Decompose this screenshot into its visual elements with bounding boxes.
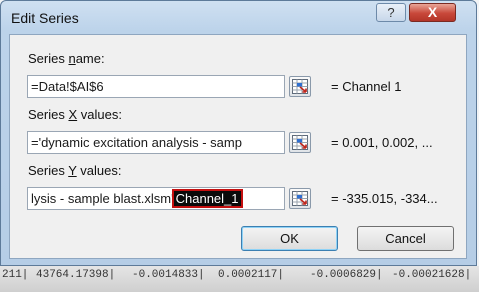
help-icon: ? [387,5,395,20]
close-button[interactable]: X [409,3,456,22]
title-bar: Edit Series ? X [1,1,476,33]
series-name-label: Series name: [28,51,105,66]
series-name-collapse-button[interactable] [289,76,311,97]
series-x-collapse-button[interactable] [289,132,311,153]
series-y-preview: = -335.015, -334... [331,191,438,206]
range-collapse-icon [292,191,308,206]
series-y-selected-text: Channel_1 [171,189,243,208]
row-cell: 211| [2,269,29,281]
ok-button[interactable]: OK [241,226,338,251]
series-y-label: Series Y values: [28,163,122,178]
series-y-collapse-button[interactable] [289,188,311,209]
row-cell: -0.0006829| [310,269,383,281]
help-button[interactable]: ? [376,3,406,22]
worksheet-row-behind: 211| 43764.17398| -0.0014833| 0.0002117|… [0,266,479,292]
row-cell: 43764.17398| [36,269,116,281]
edit-series-dialog: Edit Series ? X Series name: =Data!$AI$6… [0,0,477,266]
row-cell: -0.00021628| [392,269,472,281]
series-name-preview: = Channel 1 [331,79,402,94]
series-y-input[interactable]: lysis - sample blast.xlsm' Channel_1 [27,187,285,210]
series-x-label: Series X values: [28,107,122,122]
range-collapse-icon [292,79,308,94]
row-cell: 0.0002117| [218,269,285,281]
series-y-value: lysis - sample blast.xlsm' [31,191,174,206]
series-name-input[interactable]: =Data!$AI$6 [27,75,285,98]
series-x-input[interactable]: ='dynamic excitation analysis - samp [27,131,285,154]
row-cell: -0.0014833| [132,269,205,281]
dialog-body: Series name: =Data!$AI$6 = Channel 1 Ser… [9,34,467,259]
cancel-button[interactable]: Cancel [357,226,454,251]
close-icon: X [427,4,438,20]
range-collapse-icon [292,135,308,150]
dialog-title: Edit Series [11,10,79,26]
series-x-preview: = 0.001, 0.002, ... [331,135,433,150]
